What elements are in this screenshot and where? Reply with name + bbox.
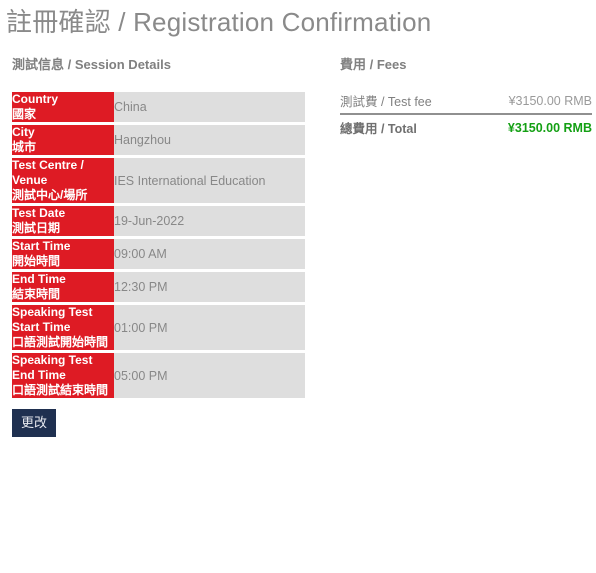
fees-heading: 費用 / Fees <box>340 57 407 72</box>
change-button[interactable]: 更改 <box>12 409 57 437</box>
table-row: Speaking Test Start Time 口語測試開始時間 01:00 … <box>12 305 305 350</box>
row-label-start-time: Start Time 開始時間 <box>12 239 114 269</box>
row-label-en: Speaking Test Start Time <box>12 305 93 334</box>
fee-total-row: 總費用 / Total ¥3150.00 RMB <box>340 113 592 140</box>
row-label-cjk: 開始時間 <box>12 254 61 268</box>
row-label-en: Test Date <box>12 206 66 220</box>
page-title: 註冊確認 / Registration Confirmation <box>6 7 432 37</box>
table-row: Speaking Test End Time 口語測試結束時間 05:00 PM <box>12 353 305 398</box>
row-label-speaking-start-time: Speaking Test Start Time 口語測試開始時間 <box>12 305 114 350</box>
row-value-city: Hangzhou <box>114 125 305 155</box>
table-row: End Time 結束時間 12:30 PM <box>12 272 305 302</box>
row-label-cjk: 測試中心/場所 <box>12 188 88 202</box>
row-label-en: End Time <box>12 272 66 286</box>
fees-table: 測試費 / Test fee ¥3150.00 RMB 總費用 / Total … <box>340 89 592 140</box>
session-details-table: Country 國家 China City 城市 Hangzhou Test C… <box>12 89 305 401</box>
table-row: Test Centre / Venue 測試中心/場所 IES Internat… <box>12 158 305 203</box>
row-label-cjk: 測試日期 <box>12 221 61 235</box>
row-label-cjk: 口語測試結束時間 <box>12 383 109 397</box>
row-value-end-time: 12:30 PM <box>114 272 305 302</box>
row-label-en: Start Time <box>12 239 71 253</box>
row-value-speaking-start-time: 01:00 PM <box>114 305 305 350</box>
fee-row: 測試費 / Test fee ¥3150.00 RMB <box>340 89 592 114</box>
row-label-cjk: 結束時間 <box>12 287 61 301</box>
row-value-start-time: 09:00 AM <box>114 239 305 269</box>
fee-name-total: 總費用 / Total <box>340 113 475 140</box>
fee-amount-test-fee: ¥3150.00 RMB <box>508 93 592 108</box>
row-label-speaking-end-time: Speaking Test End Time 口語測試結束時間 <box>12 353 114 398</box>
table-row: Country 國家 China <box>12 92 305 122</box>
row-label-test-centre: Test Centre / Venue 測試中心/場所 <box>12 158 114 203</box>
table-row: Start Time 開始時間 09:00 AM <box>12 239 305 269</box>
row-label-en: Test Centre / Venue <box>12 158 84 187</box>
row-label-end-time: End Time 結束時間 <box>12 272 114 302</box>
row-label-en: Country <box>12 92 58 106</box>
row-value-speaking-end-time: 05:00 PM <box>114 353 305 398</box>
session-details-body: Country 國家 China City 城市 Hangzhou Test C… <box>12 92 305 398</box>
table-row: Test Date 測試日期 19-Jun-2022 <box>12 206 305 236</box>
row-label-country: Country 國家 <box>12 92 114 122</box>
session-details-heading: 測試信息 / Session Details <box>12 57 171 72</box>
fees-body: 測試費 / Test fee ¥3150.00 RMB 總費用 / Total … <box>340 89 592 140</box>
row-label-en: City <box>12 125 35 139</box>
fees-panel: 費用 / Fees 測試費 / Test fee ¥3150.00 RMB 總費… <box>340 54 592 140</box>
row-value-test-centre: IES International Education <box>114 158 305 203</box>
fee-name-test-fee: 測試費 / Test fee <box>340 95 432 109</box>
table-row: City 城市 Hangzhou <box>12 125 305 155</box>
row-label-en: Speaking Test End Time <box>12 353 93 382</box>
row-label-city: City 城市 <box>12 125 114 155</box>
row-value-country: China <box>114 92 305 122</box>
row-value-test-date: 19-Jun-2022 <box>114 206 305 236</box>
row-label-cjk: 國家 <box>12 107 37 121</box>
row-label-test-date: Test Date 測試日期 <box>12 206 114 236</box>
row-label-cjk: 口語測試開始時間 <box>12 335 109 349</box>
session-details-panel: 測試信息 / Session Details Country 國家 China … <box>12 54 312 437</box>
row-label-cjk: 城市 <box>12 140 37 154</box>
fee-amount-total: ¥3150.00 RMB <box>475 113 592 140</box>
